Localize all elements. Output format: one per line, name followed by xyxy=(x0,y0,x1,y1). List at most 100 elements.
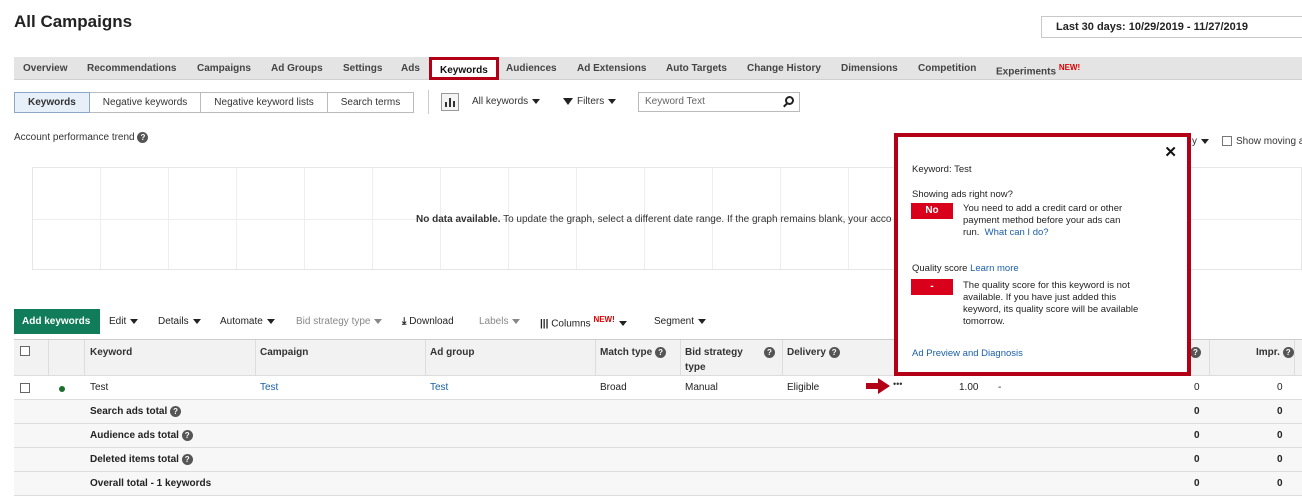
tab-audiences[interactable]: Audiences xyxy=(506,63,557,74)
subtab-keywords[interactable]: Keywords xyxy=(14,92,90,113)
add-keywords-button[interactable]: Add keywords xyxy=(14,309,100,334)
tab-auto-targets[interactable]: Auto Targets xyxy=(666,63,727,74)
col-keyword[interactable]: Keyword xyxy=(90,345,132,360)
columns-dropdown[interactable]: ||| Columns NEW! xyxy=(540,315,627,329)
close-icon[interactable]: ✕ xyxy=(1164,143,1177,161)
more-options-icon[interactable]: ••• xyxy=(893,380,905,389)
chart-toggle-icon[interactable] xyxy=(441,93,459,111)
subtab-negative-keywords[interactable]: Negative keywords xyxy=(89,92,202,113)
segment-dropdown[interactable]: Segment xyxy=(654,316,707,327)
no-data-bold: No data available. xyxy=(416,214,501,225)
metric-cell: 0 xyxy=(1194,382,1200,393)
total-label: Deleted items total ? xyxy=(90,454,193,465)
total-label: Audience ads total ? xyxy=(90,430,193,441)
status-badge: No xyxy=(911,203,953,219)
quality-score-label: Quality score xyxy=(912,263,968,274)
col-bid-strategy-type[interactable]: Bid strategy type xyxy=(685,345,743,375)
show-moving-average[interactable]: Show moving a xyxy=(1222,136,1302,147)
tab-competition[interactable]: Competition xyxy=(918,63,976,74)
scope-label: All keywords xyxy=(472,96,529,107)
help-icon[interactable]: ? xyxy=(764,347,775,358)
qs-line2: available. If you have just added this xyxy=(963,292,1117,303)
keyword-cell[interactable]: Test xyxy=(90,382,108,393)
popup-showing-question: Showing ads right now? xyxy=(912,189,1013,200)
help-icon[interactable]: ? xyxy=(655,346,667,358)
edit-dropdown[interactable]: Edit xyxy=(109,316,139,327)
bid-strategy-type-dropdown[interactable]: Bid strategy type xyxy=(296,316,383,327)
help-icon[interactable]: ? xyxy=(1190,347,1201,358)
toolbar-divider xyxy=(428,90,429,114)
quality-score-badge: - xyxy=(911,279,953,295)
subtab-negative-keyword-lists[interactable]: Negative keyword lists xyxy=(201,92,328,113)
total-metric-cell: 0 xyxy=(1194,454,1200,465)
download-button[interactable]: ⤓ Download xyxy=(402,316,454,327)
trend-metric-label: y xyxy=(1192,136,1197,147)
col-ad-group[interactable]: Ad group xyxy=(430,345,474,360)
col-match-type[interactable]: Match type ? xyxy=(600,345,667,360)
ad-group-link[interactable]: Test xyxy=(430,382,448,393)
labels-dropdown[interactable]: Labels xyxy=(479,316,521,327)
total-label: Search ads total ? xyxy=(90,406,182,417)
tab-ads[interactable]: Ads xyxy=(401,63,420,74)
checkbox[interactable] xyxy=(1222,136,1232,147)
help-icon[interactable]: ? xyxy=(181,430,193,441)
select-all-checkbox[interactable] xyxy=(20,346,30,356)
ad-preview-link[interactable]: Ad Preview and Diagnosis xyxy=(912,348,1023,360)
keyword-search-input[interactable]: Keyword Text xyxy=(638,92,800,112)
qs-line4: tomorrow. xyxy=(963,316,1005,327)
scope-dropdown[interactable]: All keywords xyxy=(472,96,541,107)
help-icon[interactable]: ? xyxy=(828,346,840,358)
details-dropdown[interactable]: Details xyxy=(158,316,201,327)
download-label: Download xyxy=(409,316,454,327)
subtab-search-terms[interactable]: Search terms xyxy=(327,92,415,113)
total-impr-cell: 0 xyxy=(1277,454,1283,465)
help-icon[interactable]: ? xyxy=(181,454,193,465)
learn-more-link[interactable]: Learn more xyxy=(970,263,1019,274)
table-row[interactable]: Test Test Test Broad Manual Eligible 1.0… xyxy=(14,376,1302,400)
date-range-selector[interactable]: Last 30 days: 10/29/2019 - 11/27/2019 xyxy=(1041,16,1302,38)
segment-label: Segment xyxy=(654,316,695,327)
tab-dimensions[interactable]: Dimensions xyxy=(841,63,898,74)
what-can-i-do-link[interactable]: What can I do? xyxy=(985,227,1049,238)
show-moving-label: Show moving a xyxy=(1236,136,1302,147)
tab-overview[interactable]: Overview xyxy=(23,63,67,74)
total-metric-cell: 0 xyxy=(1194,430,1200,441)
chevron-down-icon xyxy=(608,98,617,104)
col-campaign[interactable]: Campaign xyxy=(260,345,308,360)
popup-keyword: Keyword: Test xyxy=(912,164,972,175)
tab-recommendations[interactable]: Recommendations xyxy=(87,63,176,74)
col-delivery-label: Delivery xyxy=(787,347,826,358)
no-reason-line1: You need to add a credit card or other xyxy=(963,203,1123,214)
help-icon[interactable]: ? xyxy=(170,406,182,417)
tab-ad-extensions[interactable]: Ad Extensions xyxy=(577,63,646,74)
search-icon[interactable] xyxy=(785,96,794,105)
bid-cell[interactable]: 1.00 xyxy=(959,382,978,393)
automate-dropdown[interactable]: Automate xyxy=(220,316,275,327)
total-metric-cell: 0 xyxy=(1194,478,1200,489)
match-type-cell[interactable]: Broad xyxy=(600,382,627,393)
col-delivery[interactable]: Delivery ? xyxy=(787,345,840,360)
col-impr[interactable]: Impr. ? xyxy=(1256,345,1294,360)
performance-trend-text: Account performance trend xyxy=(14,132,135,144)
new-badge: NEW! xyxy=(593,315,615,324)
tab-settings[interactable]: Settings xyxy=(343,63,382,74)
total-impr-cell: 0 xyxy=(1277,406,1283,417)
tab-change-history[interactable]: Change History xyxy=(747,63,821,74)
trend-metric-dropdown[interactable]: y xyxy=(1192,136,1209,147)
tab-keywords[interactable]: Keywords xyxy=(429,57,499,80)
help-icon[interactable]: ? xyxy=(137,132,149,143)
tab-campaigns[interactable]: Campaigns xyxy=(197,63,251,74)
popup-qs-text: The quality score for this keyword is no… xyxy=(963,280,1173,328)
tab-experiments[interactable]: Experiments NEW! xyxy=(996,63,1080,77)
filters-dropdown[interactable]: Filters xyxy=(563,96,617,107)
filters-label: Filters xyxy=(577,96,605,107)
no-data-text: To update the graph, select a different … xyxy=(503,214,892,225)
chevron-down-icon xyxy=(1201,138,1209,144)
help-icon[interactable]: ? xyxy=(1282,346,1294,358)
chevron-down-icon xyxy=(374,318,383,324)
tab-ad-groups[interactable]: Ad Groups xyxy=(271,63,323,74)
row-checkbox[interactable] xyxy=(20,383,30,393)
campaign-link[interactable]: Test xyxy=(260,382,278,393)
no-data-message: No data available. To update the graph, … xyxy=(416,214,892,225)
impr-cell: 0 xyxy=(1277,382,1283,393)
